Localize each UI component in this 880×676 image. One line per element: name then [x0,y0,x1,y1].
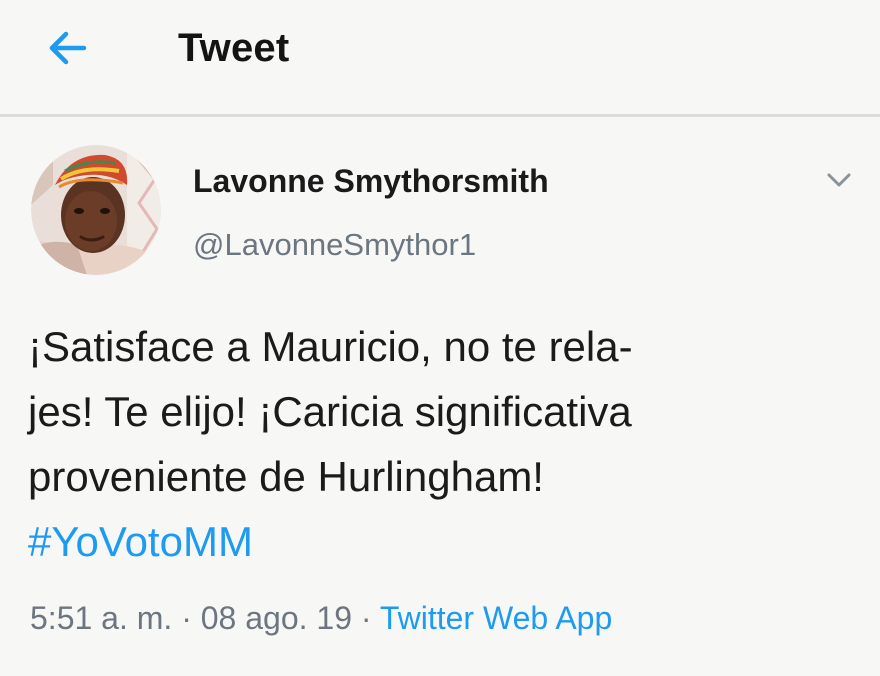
tweet-text-line: proveniente de Hurlingham! [28,453,544,500]
tweet-source-link[interactable]: Twitter Web App [380,600,612,636]
author-display-name[interactable]: Lavonne Smythorsmith [193,163,549,200]
tweet-date: 08 ago. 19 [200,600,352,636]
top-bar: Tweet [0,0,880,114]
profile-photo [31,145,161,275]
meta-separator: · [172,600,201,636]
tweet-text: ¡Satisface a Mauricio, no te rela- jes! … [28,314,858,574]
tweet-text-line: ¡Satisface a Mauricio, no te rela- [28,323,633,370]
tweet-menu-button[interactable] [819,166,859,196]
page-title: Tweet [178,26,290,70]
header-divider [0,114,880,117]
back-button[interactable] [44,26,92,70]
tweet-time: 5:51 a. m. [30,600,173,636]
avatar[interactable] [31,145,161,275]
arrow-left-icon [49,31,87,65]
hashtag-link[interactable]: #YoVotoMM [28,509,858,574]
tweet-meta: 5:51 a. m. · 08 ago. 19 · Twitter Web Ap… [30,600,612,637]
meta-separator: · [351,600,380,636]
chevron-down-icon [827,173,851,187]
tweet-text-line: jes! Te elijo! ¡Caricia significativa [28,388,632,435]
author-handle[interactable]: @LavonneSmythor1 [193,227,476,263]
